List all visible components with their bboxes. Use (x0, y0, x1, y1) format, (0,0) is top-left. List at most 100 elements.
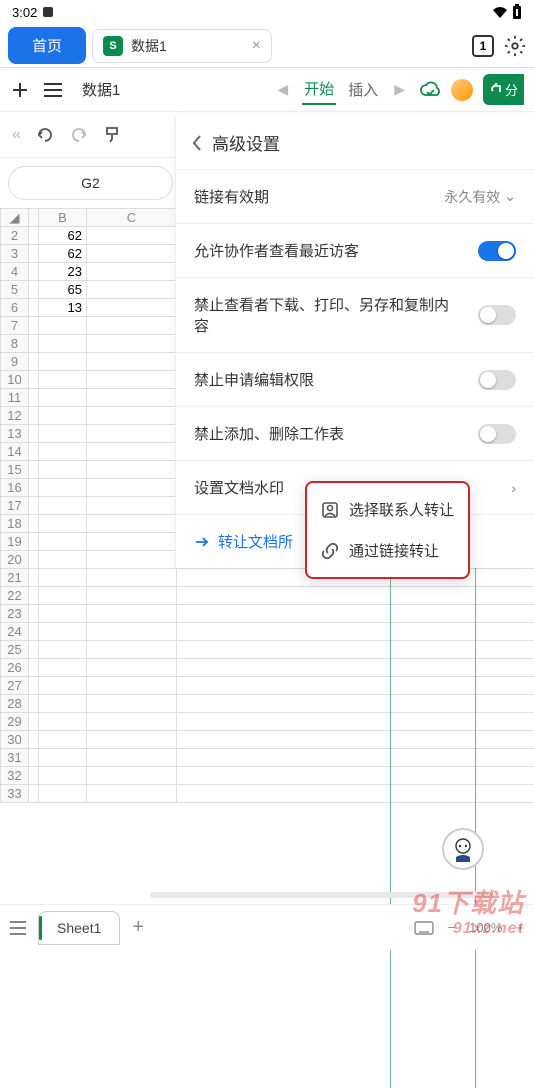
cell[interactable] (87, 407, 177, 425)
cell[interactable] (87, 371, 177, 389)
cell[interactable] (87, 785, 177, 803)
cell[interactable] (87, 515, 177, 533)
cell[interactable] (87, 713, 177, 731)
cell[interactable] (39, 407, 87, 425)
cell[interactable]: 62 (39, 227, 87, 245)
cell[interactable] (39, 659, 87, 677)
row-header[interactable]: 17 (1, 497, 29, 515)
nav-prev-icon[interactable]: ◀ (273, 81, 292, 98)
cell[interactable] (39, 479, 87, 497)
menu-tab-insert[interactable]: 插入 (346, 75, 380, 104)
cell[interactable] (177, 623, 534, 641)
cell[interactable]: 62 (39, 245, 87, 263)
document-name[interactable]: 数据1 (82, 79, 120, 100)
menu-icon[interactable] (44, 83, 62, 97)
row-header[interactable]: 16 (1, 479, 29, 497)
row-header[interactable]: 30 (1, 731, 29, 749)
cell[interactable] (87, 245, 177, 263)
forbid-request-edit-toggle[interactable] (478, 370, 516, 390)
collapse-icon[interactable]: « (12, 126, 21, 144)
row-header[interactable]: 19 (1, 533, 29, 551)
home-tab[interactable]: 首页 (8, 27, 86, 64)
cell[interactable] (87, 533, 177, 551)
cell[interactable] (177, 695, 534, 713)
cell[interactable] (39, 389, 87, 407)
row-header[interactable]: 4 (1, 263, 29, 281)
cell[interactable] (177, 785, 534, 803)
row-header[interactable]: 6 (1, 299, 29, 317)
column-header[interactable] (29, 209, 39, 227)
row-header[interactable]: 29 (1, 713, 29, 731)
cell[interactable] (39, 713, 87, 731)
cell[interactable]: 23 (39, 263, 87, 281)
cell[interactable] (39, 785, 87, 803)
cell[interactable] (39, 371, 87, 389)
cell[interactable] (87, 497, 177, 515)
row-header[interactable]: 21 (1, 569, 29, 587)
format-painter-icon[interactable] (103, 125, 123, 145)
sheets-menu-icon[interactable] (10, 921, 26, 935)
cell[interactable] (87, 587, 177, 605)
menu-tab-start[interactable]: 开始 (302, 74, 336, 105)
transfer-by-link[interactable]: 通过链接转让 (307, 530, 468, 571)
cell[interactable] (177, 587, 534, 605)
row-header[interactable]: 27 (1, 677, 29, 695)
row-header[interactable]: 7 (1, 317, 29, 335)
cell[interactable] (177, 605, 534, 623)
cell[interactable] (87, 641, 177, 659)
cell[interactable] (39, 335, 87, 353)
row-header[interactable]: 22 (1, 587, 29, 605)
cell[interactable] (177, 659, 534, 677)
cell[interactable] (39, 497, 87, 515)
cell[interactable] (177, 713, 534, 731)
link-expiry-row[interactable]: 链接有效期 永久有效 ⌄ (176, 170, 534, 224)
cell[interactable] (177, 749, 534, 767)
cell[interactable] (87, 443, 177, 461)
cell[interactable] (39, 443, 87, 461)
add-sheet-icon[interactable]: + (132, 916, 144, 939)
row-header[interactable]: 25 (1, 641, 29, 659)
cell[interactable] (87, 569, 177, 587)
cell[interactable] (87, 677, 177, 695)
cell[interactable]: 65 (39, 281, 87, 299)
document-tab[interactable]: S 数据1 × (92, 29, 272, 63)
cell[interactable] (87, 749, 177, 767)
forbid-viewer-toggle[interactable] (478, 305, 516, 325)
transfer-by-contact[interactable]: 选择联系人转让 (307, 489, 468, 530)
cell[interactable] (87, 695, 177, 713)
cell[interactable] (87, 767, 177, 785)
cell[interactable] (87, 227, 177, 245)
row-header[interactable]: 10 (1, 371, 29, 389)
tab-count-button[interactable]: 1 (472, 35, 494, 57)
row-header[interactable]: 14 (1, 443, 29, 461)
cell[interactable] (87, 299, 177, 317)
cell[interactable] (87, 461, 177, 479)
cell[interactable] (39, 767, 87, 785)
column-header-B[interactable]: B (39, 209, 87, 227)
cell[interactable] (39, 587, 87, 605)
cell[interactable] (177, 767, 534, 785)
row-header[interactable]: 18 (1, 515, 29, 533)
add-icon[interactable] (10, 80, 30, 100)
select-all-corner[interactable]: ◢ (1, 209, 29, 227)
row-header[interactable]: 5 (1, 281, 29, 299)
cell[interactable] (39, 731, 87, 749)
cloud-sync-icon[interactable] (419, 81, 441, 99)
avatar[interactable] (451, 79, 473, 101)
allow-collaborator-toggle[interactable] (478, 241, 516, 261)
cell[interactable] (39, 749, 87, 767)
cell[interactable] (87, 605, 177, 623)
cell[interactable] (87, 659, 177, 677)
row-header[interactable]: 8 (1, 335, 29, 353)
gear-icon[interactable] (504, 35, 526, 57)
cell[interactable] (39, 641, 87, 659)
nav-next-icon[interactable]: ▶ (390, 81, 409, 98)
assistant-avatar[interactable] (442, 828, 484, 870)
row-header[interactable]: 20 (1, 551, 29, 569)
row-header[interactable]: 23 (1, 605, 29, 623)
cell[interactable] (39, 425, 87, 443)
cell[interactable] (87, 479, 177, 497)
cell[interactable] (39, 317, 87, 335)
forbid-sheets-toggle[interactable] (478, 424, 516, 444)
cell[interactable] (39, 533, 87, 551)
